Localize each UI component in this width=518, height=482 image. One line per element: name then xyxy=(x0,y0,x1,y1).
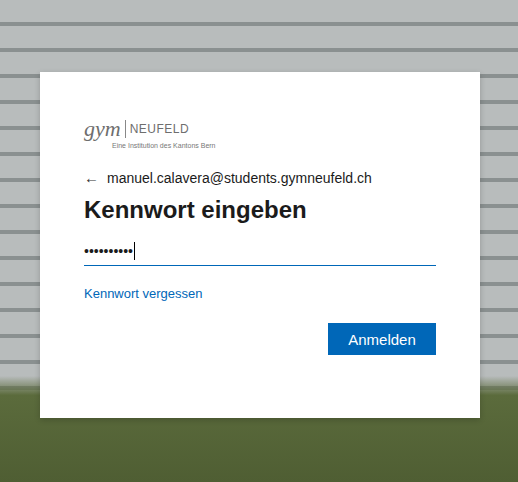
actions: Anmelden xyxy=(84,323,436,355)
logo-separator xyxy=(125,120,126,138)
password-field[interactable]: •••••••••• xyxy=(84,236,436,266)
forgot-password-link[interactable]: Kennwort vergessen xyxy=(84,286,436,301)
logo: gym NEUFELD Eine Institution des Kantons B… xyxy=(84,118,436,149)
back-arrow-icon[interactable]: ← xyxy=(84,169,99,186)
text-caret xyxy=(134,242,135,260)
page: {"logo": {"mark": "gym", "name": "NEUFEL… xyxy=(0,0,518,482)
account-email: manuel.calavera@students.gymneufeld.ch xyxy=(107,170,372,186)
logo-name: NEUFELD xyxy=(130,122,190,136)
logo-mark: gym xyxy=(84,118,121,140)
login-card: gym NEUFELD Eine Institution des Kantons B… xyxy=(40,72,480,418)
logo-subtitle: Eine Institution des Kantons Bern xyxy=(112,142,216,149)
sign-in-button[interactable]: Anmelden xyxy=(328,323,436,355)
password-value: •••••••••• xyxy=(84,243,133,259)
logo-row: gym NEUFELD xyxy=(84,118,189,140)
back-row[interactable]: ← manuel.calavera@students.gymneufeld.ch xyxy=(84,169,436,186)
page-title: Kennwort eingeben xyxy=(84,196,436,224)
